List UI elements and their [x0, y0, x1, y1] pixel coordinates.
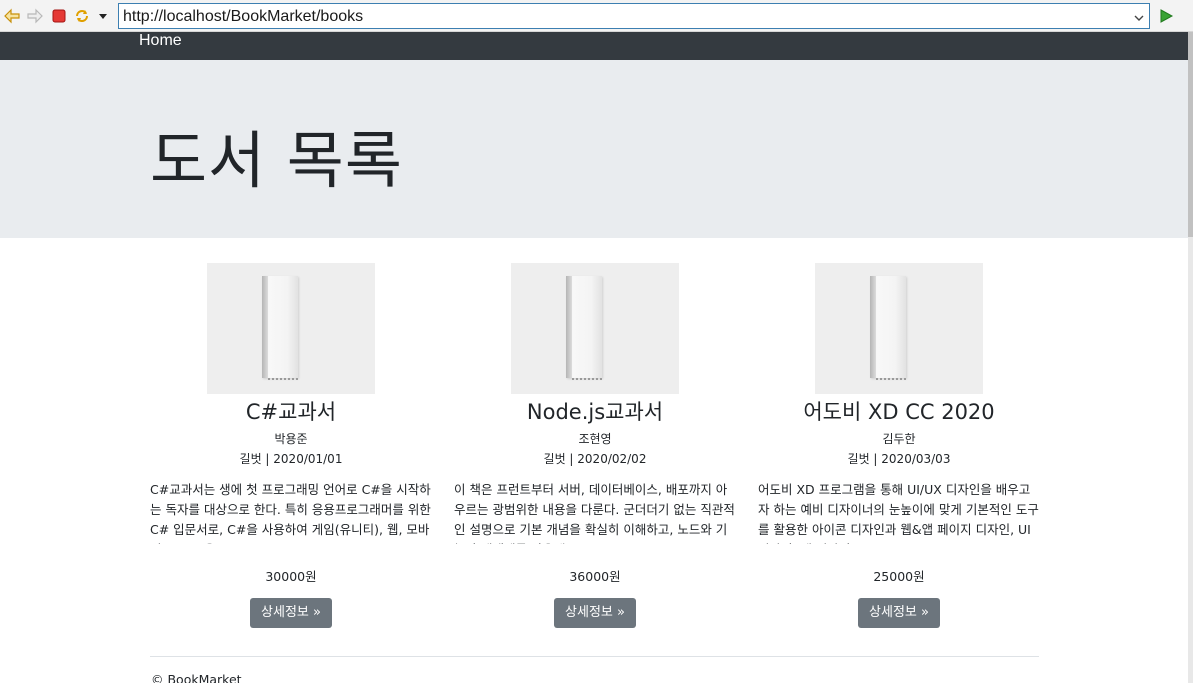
book-description: 어도비 XD 프로그램을 통해 UI/UX 디자인을 배우고자 하는 예비 디자… [758, 482, 1039, 544]
browser-toolbar: http://localhost/BookMarket/books [0, 0, 1193, 32]
refresh-icon[interactable] [73, 7, 91, 25]
forward-icon[interactable] [26, 7, 44, 25]
book-card: C#교과서 박용준 길벗 | 2020/01/01 C#교과서는 생에 첫 프로… [150, 263, 432, 628]
book-publisher-date: 길벗 | 2020/03/03 [847, 452, 951, 466]
book-title: C#교과서 [245, 400, 337, 424]
url-history-chevron-icon[interactable] [1133, 9, 1145, 28]
book-image-icon [262, 276, 298, 380]
navbar: Home [0, 32, 1188, 60]
book-image-icon [870, 276, 906, 380]
stop-icon[interactable] [50, 7, 68, 25]
dropdown-arrow-icon[interactable] [94, 7, 112, 25]
book-description: C#교과서는 생에 첫 프로그래밍 언어로 C#을 시작하는 독자를 대상으로 … [150, 482, 431, 544]
book-card: Node.js교과서 조현영 길벗 | 2020/02/02 이 책은 프런트부… [454, 263, 736, 628]
book-price: 25000원 [873, 569, 925, 584]
detail-button[interactable]: 상세정보 » [554, 598, 636, 628]
scrollbar-thumb[interactable] [1188, 32, 1193, 237]
book-title: 어도비 XD CC 2020 [803, 400, 995, 424]
book-price: 30000원 [265, 569, 317, 584]
back-icon[interactable] [3, 7, 21, 25]
book-description: 이 책은 프런트부터 서버, 데이터베이스, 배포까지 아우르는 광범위한 내용… [454, 482, 735, 544]
book-cover-image [207, 263, 375, 394]
book-author: 박용준 [274, 432, 308, 446]
footer-copyright: © BookMarket [151, 672, 242, 683]
book-price: 36000원 [569, 569, 621, 584]
detail-button[interactable]: 상세정보 » [858, 598, 940, 628]
book-publisher-date: 길벗 | 2020/02/02 [543, 452, 647, 466]
book-author: 김두한 [882, 432, 916, 446]
url-text[interactable]: http://localhost/BookMarket/books [123, 8, 363, 26]
book-cover-image [815, 263, 983, 394]
footer-divider [150, 656, 1039, 657]
address-bar[interactable]: http://localhost/BookMarket/books [118, 3, 1150, 29]
go-icon[interactable] [1158, 8, 1174, 28]
page-viewport: Home 도서 목록 C#교과서 박용준 길벗 | 2020/01/01 C#교… [0, 32, 1193, 683]
book-cover-image [511, 263, 679, 394]
book-card: 어도비 XD CC 2020 김두한 길벗 | 2020/03/03 어도비 X… [758, 263, 1040, 628]
page-title: 도서 목록 [150, 124, 403, 197]
jumbotron: 도서 목록 [0, 60, 1188, 238]
vertical-scrollbar[interactable] [1188, 32, 1193, 683]
nav-home-link[interactable]: Home [139, 32, 182, 50]
book-publisher-date: 길벗 | 2020/01/01 [239, 452, 343, 466]
book-title: Node.js교과서 [526, 400, 664, 424]
book-image-icon [566, 276, 602, 380]
book-author: 조현영 [578, 432, 612, 446]
detail-button[interactable]: 상세정보 » [250, 598, 332, 628]
